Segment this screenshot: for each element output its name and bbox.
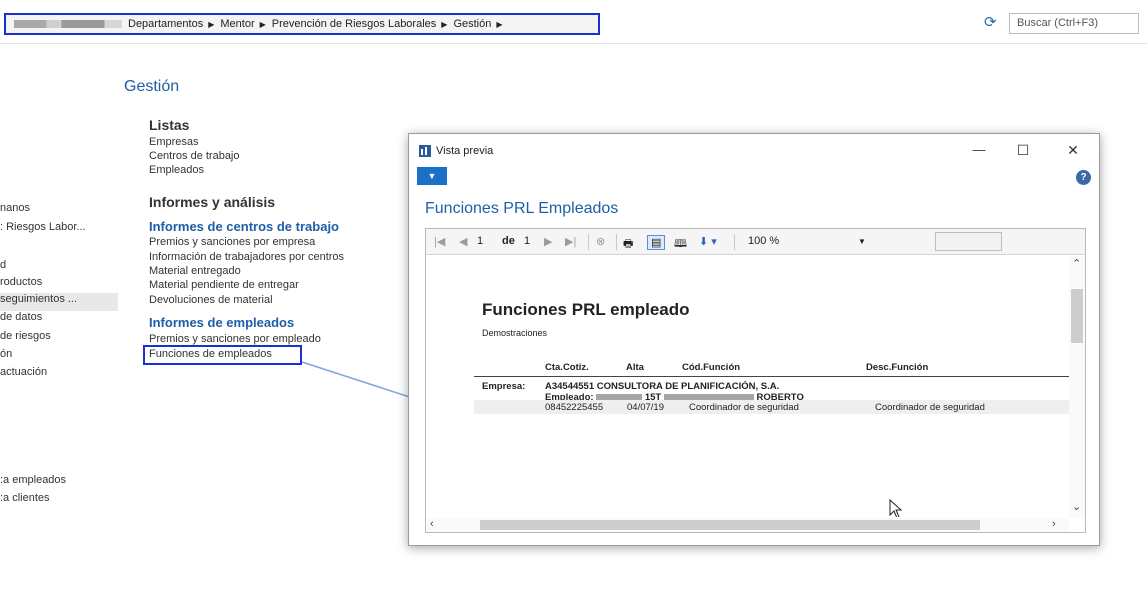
horizontal-scrollbar[interactable]: ‹ › [426, 518, 1069, 532]
zoom-dropdown-icon[interactable]: ▼ [858, 237, 866, 246]
print-icon[interactable]: 🖶 [623, 235, 633, 254]
first-page-icon[interactable]: |◀ [434, 235, 445, 248]
report-page: Funciones PRL empleado Demostraciones Ct… [426, 256, 1069, 517]
preview-heading: Funciones PRL Empleados [425, 200, 619, 217]
leftnav-item[interactable]: de riesgos [0, 330, 51, 342]
empresa-label: Empresa: [482, 381, 526, 392]
leftnav-item[interactable]: d [0, 259, 6, 271]
breadcrumb-arrow-icon[interactable]: ▶ [260, 20, 266, 29]
subheading-centros: Informes de centros de trabajo [149, 219, 339, 234]
cell-cod-funcion: Coordinador de seguridad [689, 402, 799, 413]
help-icon[interactable]: ? [1076, 170, 1091, 185]
separator [616, 234, 617, 250]
column-header-cod-funcion: Cód.Función [682, 362, 741, 373]
link-premios-empresa[interactable]: Premios y sanciones por empresa [149, 236, 315, 248]
header-rule [474, 376, 1069, 377]
close-icon[interactable]: ✕ [1060, 140, 1086, 160]
report-viewer: |◀ ◀ 1 de 1 ▶ ▶| ⊗ 🖶 ▤ 🕮 ⬇ ▾ 100 % ▼ Fun… [425, 228, 1086, 533]
mouse-cursor-icon [889, 499, 903, 517]
column-header-desc-funcion: Desc.Función [866, 362, 929, 373]
maximize-icon[interactable]: ☐ [1010, 140, 1036, 160]
previous-page-icon[interactable]: ◀ [459, 235, 467, 248]
next-page-icon[interactable]: ▶ [544, 235, 552, 248]
subheading-empleados: Informes de empleados [149, 315, 295, 330]
link-empleados[interactable]: Empleados [149, 164, 204, 176]
menu-dropdown-button[interactable]: ▼ [417, 167, 447, 185]
link-material-pendiente[interactable]: Material pendiente de entregar [149, 279, 299, 291]
scroll-right-icon[interactable]: › [1052, 519, 1056, 530]
print-layout-icon[interactable]: ▤ [647, 235, 666, 250]
leftnav-item[interactable]: :a empleados [0, 474, 66, 486]
page-setup-icon[interactable]: 🕮 [674, 235, 687, 254]
stop-icon[interactable]: ⊗ [596, 235, 605, 248]
link-empresas[interactable]: Empresas [149, 136, 199, 148]
leftnav-item[interactable]: nanos [0, 202, 30, 214]
report-subtitle: Demostraciones [482, 328, 548, 338]
report-title: Funciones PRL empleado [482, 300, 690, 319]
link-premios-empleado[interactable]: Premios y sanciones por empleado [149, 333, 321, 345]
scroll-down-icon[interactable]: ⌄ [1072, 502, 1081, 513]
last-page-icon[interactable]: ▶| [565, 235, 576, 248]
app-logo-icon [419, 145, 431, 157]
column-header-cta-cotiz: Cta.Cotiz. [545, 362, 589, 373]
section-heading-listas: Listas [149, 117, 190, 133]
find-text-input[interactable] [935, 232, 1002, 251]
link-info-trabajadores[interactable]: Información de trabajadores por centros [149, 251, 344, 263]
separator [734, 234, 735, 250]
page-title: Gestión [124, 78, 180, 95]
cell-alta: 04/07/19 [627, 402, 664, 413]
link-centros-de-trabajo[interactable]: Centros de trabajo [149, 150, 240, 162]
export-icon[interactable]: ⬇ ▾ [699, 235, 717, 248]
breadcrumb-arrow-icon[interactable]: ▶ [496, 20, 502, 29]
leftnav-item[interactable]: :a clientes [0, 492, 50, 504]
leftnav-item[interactable]: roductos [0, 276, 42, 288]
top-bar: Departamentos ▶ Mentor ▶ Prevención de R… [0, 0, 1147, 44]
vertical-scroll-thumb[interactable] [1071, 289, 1083, 343]
link-devoluciones[interactable]: Devoluciones de material [149, 294, 273, 306]
of-label: de [502, 235, 515, 247]
empresa-value: A34544551 CONSULTORA DE PLANIFICACIÓN, S… [545, 381, 780, 392]
total-pages: 1 [524, 235, 531, 247]
leftnav-item[interactable]: ón [0, 348, 12, 360]
section-heading-informes: Informes y análisis [149, 194, 276, 210]
breadcrumb-arrow-icon[interactable]: ▶ [441, 20, 447, 29]
redacted-company-name [14, 20, 122, 28]
breadcrumb-arrow-icon[interactable]: ▶ [208, 20, 214, 29]
preview-titlebar: Vista previa — ☐ ✕ [409, 134, 1099, 166]
leftnav-item[interactable]: actuación [0, 366, 47, 378]
breadcrumb-item-mentor[interactable]: Mentor [220, 18, 254, 30]
leftnav-item[interactable]: de datos [0, 311, 42, 323]
breadcrumb-item-departamentos[interactable]: Departamentos [128, 18, 203, 30]
cell-cta-cotiz: 08452225455 [545, 402, 604, 413]
search-input[interactable]: Buscar (Ctrl+F3) [1009, 13, 1139, 34]
refresh-icon[interactable]: ⟳ [984, 14, 997, 32]
separator [588, 234, 589, 250]
preview-window: Vista previa — ☐ ✕ ▼ ? Funciones PRL Emp… [408, 133, 1100, 546]
minimize-icon[interactable]: — [966, 140, 992, 160]
breadcrumb-item-gestion[interactable]: Gestión [453, 18, 491, 30]
leftnav-item[interactable]: seguimientos ... [0, 293, 77, 305]
highlight-box [143, 345, 302, 365]
breadcrumb-item-prl[interactable]: Prevención de Riesgos Laborales [272, 18, 437, 30]
cell-desc-funcion: Coordinador de seguridad [875, 402, 985, 413]
vertical-scrollbar[interactable]: ⌃ ⌄ [1069, 256, 1085, 518]
scroll-up-icon[interactable]: ⌃ [1072, 259, 1081, 270]
link-material-entregado[interactable]: Material entregado [149, 265, 241, 277]
horizontal-scroll-thumb[interactable] [480, 520, 980, 530]
scroll-left-icon[interactable]: ‹ [430, 519, 434, 530]
zoom-select[interactable]: 100 % [748, 235, 779, 247]
preview-window-title: Vista previa [436, 145, 494, 157]
column-header-alta: Alta [626, 362, 644, 373]
viewer-toolbar: |◀ ◀ 1 de 1 ▶ ▶| ⊗ 🖶 ▤ 🕮 ⬇ ▾ 100 % ▼ [426, 229, 1085, 255]
breadcrumb: Departamentos ▶ Mentor ▶ Prevención de R… [4, 13, 600, 35]
current-page[interactable]: 1 [477, 235, 483, 247]
leftnav-item[interactable]: : Riesgos Labor... [0, 221, 86, 233]
